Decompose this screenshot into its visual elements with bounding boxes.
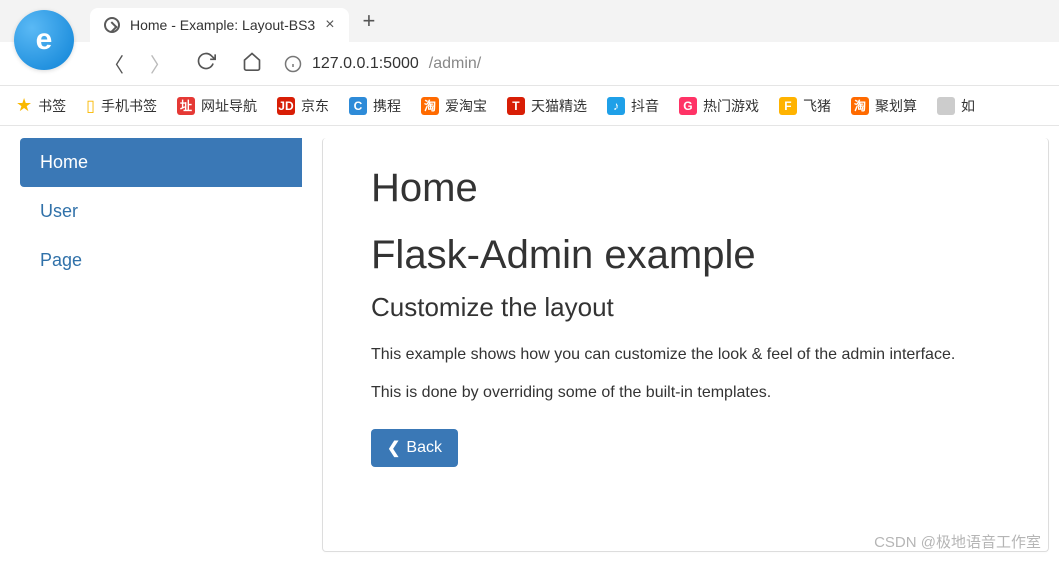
address-bar: 〈 〉 127.0.0.1:5000/admin/ [0, 42, 1059, 86]
reload-button[interactable] [192, 47, 220, 81]
watermark: CSDN @极地语音工作室 [874, 531, 1041, 552]
bookmark-label: 携程 [373, 96, 401, 116]
bookmark-label: 网址导航 [201, 96, 257, 116]
bookmark-item[interactable]: G 热门游戏 [679, 96, 759, 116]
new-tab-button[interactable]: + [363, 8, 376, 34]
bookmark-item[interactable]: ▯ 手机书签 [86, 96, 157, 116]
page-body: HomeUserPage Home Flask-Admin example Cu… [0, 126, 1059, 562]
bookmark-label: 书签 [38, 96, 66, 116]
bookmark-icon: ♪ [607, 97, 625, 115]
browser-chrome: e Home - Example: Layout-BS3 × + 〈 〉 127… [0, 0, 1059, 126]
star-icon: ★ [16, 95, 32, 116]
sidebar-item-page[interactable]: Page [20, 236, 302, 285]
bookmark-item[interactable]: 址网址导航 [177, 96, 257, 116]
bookmark-label: 天猫精选 [531, 96, 587, 116]
sidebar-item-user[interactable]: User [20, 187, 302, 236]
bookmark-label: 聚划算 [875, 96, 917, 116]
info-icon [284, 55, 302, 73]
bookmark-icon: T [507, 97, 525, 115]
tab-title: Home - Example: Layout-BS3 [130, 17, 315, 33]
bookmark-label: 飞猪 [803, 96, 831, 116]
bookmark-label: 抖音 [631, 96, 659, 116]
bookmark-icon: F [779, 97, 797, 115]
tab-favicon-icon [104, 17, 120, 33]
bookmark-label: 如 [961, 96, 975, 116]
bookmark-item[interactable]: T 天猫精选 [507, 96, 587, 116]
url-path: /admin/ [429, 55, 481, 73]
sidebar: HomeUserPage [20, 138, 302, 552]
page-subheading: Customize the layout [371, 292, 1000, 323]
bookmark-item[interactable]: F 飞猪 [779, 96, 831, 116]
bookmark-icon: C [349, 97, 367, 115]
phone-icon: ▯ [86, 96, 95, 116]
bookmark-icon [937, 97, 955, 115]
back-nav-button[interactable]: 〈 [100, 45, 128, 82]
paragraph-2: This is done by overriding some of the b… [371, 381, 1000, 405]
bookmarks-bar: ★书签▯手机书签址网址导航JD京东C携程淘爱淘宝T天猫精选♪抖音G热门游戏F飞猪… [0, 86, 1059, 126]
bookmark-label: 热门游戏 [703, 96, 759, 116]
bookmark-item[interactable]: JD 京东 [277, 96, 329, 116]
bookmark-label: 爱淘宝 [445, 96, 487, 116]
tab-strip: Home - Example: Layout-BS3 × + [0, 0, 1059, 42]
chevron-left-icon: ❮ [387, 438, 400, 458]
paragraph-1: This example shows how you can customize… [371, 343, 1000, 367]
sidebar-item-home[interactable]: Home [20, 138, 302, 187]
url-input[interactable]: 127.0.0.1:5000/admin/ [284, 55, 1043, 73]
bookmark-item[interactable]: ★ 书签 [16, 95, 66, 116]
main-panel: Home Flask-Admin example Customize the l… [322, 138, 1049, 552]
home-button[interactable] [238, 47, 266, 81]
close-icon[interactable]: × [325, 16, 334, 34]
bookmark-icon: 淘 [421, 97, 439, 115]
forward-nav-button[interactable]: 〉 [146, 45, 174, 82]
bookmark-item[interactable]: ♪ 抖音 [607, 96, 659, 116]
bookmark-icon: G [679, 97, 697, 115]
back-button[interactable]: ❮ Back [371, 429, 458, 467]
bookmark-label: 京东 [301, 96, 329, 116]
bookmark-icon: JD [277, 97, 295, 115]
bookmark-item[interactable]: 淘爱淘宝 [421, 96, 487, 116]
browser-tab[interactable]: Home - Example: Layout-BS3 × [90, 8, 349, 42]
page-subtitle: Flask-Admin example [371, 233, 1000, 278]
bookmark-icon: 淘 [851, 97, 869, 115]
bookmark-item[interactable]: 如 [937, 96, 975, 116]
bookmark-icon: 址 [177, 97, 195, 115]
back-button-label: Back [406, 439, 442, 457]
page-title: Home [371, 166, 1000, 211]
bookmark-label: 手机书签 [101, 96, 157, 116]
bookmark-item[interactable]: C 携程 [349, 96, 401, 116]
url-host: 127.0.0.1:5000 [312, 55, 419, 73]
bookmark-item[interactable]: 淘聚划算 [851, 96, 917, 116]
browser-logo: e [14, 10, 74, 70]
